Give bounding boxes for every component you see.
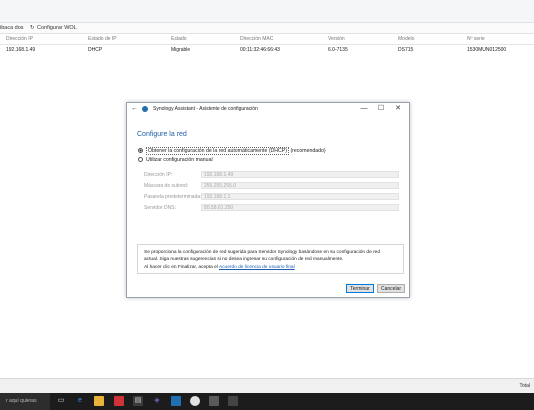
synology-assistant-icon <box>142 106 148 112</box>
dhcp-option-label: Obtener la configuración de la red autom… <box>146 147 289 155</box>
info-line-2: actual. Siga nuestras sugerencias si no … <box>144 257 344 262</box>
close-icon[interactable]: ✕ <box>391 104 405 114</box>
col-model[interactable]: Modelo <box>398 36 414 42</box>
eula-link[interactable]: Acuerdo de licencia de usuario final <box>219 265 295 270</box>
mask-label: Máscara de subred: <box>144 183 189 189</box>
dhcp-option[interactable]: Obtener la configuración de la red autom… <box>146 147 326 155</box>
app-dark-icon[interactable] <box>228 396 238 406</box>
status-total: Total <box>519 383 530 389</box>
taskbar-search-text: r aquí quieras <box>6 398 37 404</box>
file-explorer-icon[interactable] <box>94 396 104 406</box>
manual-option-label[interactable]: Utilizar configuración manual <box>146 157 213 163</box>
taskbar: r aquí quieras ▭ e ▤ ◈ <box>0 393 534 410</box>
dns-field[interactable]: 80.58.61.250 <box>201 204 399 211</box>
wol-icon: ↻ <box>30 25 35 31</box>
cell-mac: 00:11:32:46:66:43 <box>240 47 280 53</box>
col-state[interactable]: Estado <box>171 36 187 42</box>
mask-field[interactable]: 255.255.255.0 <box>201 182 399 189</box>
dns-label: Servidor DNS: <box>144 205 176 211</box>
ip-label: Dirección IP: <box>144 172 173 178</box>
task-view-icon[interactable]: ▭ <box>56 396 66 406</box>
ip-value: 192.168.1.49 <box>204 172 234 178</box>
col-serial[interactable]: Nº serie <box>467 36 485 42</box>
manual-radio[interactable] <box>138 157 143 162</box>
col-ip-state[interactable]: Estado de IP <box>88 36 117 42</box>
toolbar-left-label[interactable]: ibaca dos <box>0 25 24 31</box>
info-line-3-prefix: Al hacer clic en Finalizar, acepta el <box>144 265 219 270</box>
back-arrow-icon[interactable]: ← <box>131 105 138 112</box>
cell-ip: 192.168.1.49 <box>6 47 36 53</box>
cell-ip-state: DHCP <box>88 47 103 53</box>
dhcp-option-suffix: (recomendado) <box>290 148 326 154</box>
store-icon[interactable]: ▤ <box>133 396 143 406</box>
dialog-title: Synology Assistant - Asistente de config… <box>153 106 258 112</box>
col-version[interactable]: Versión <box>328 36 345 42</box>
ip-field[interactable]: 192.168.1.49 <box>201 171 399 178</box>
device-table: Dirección IP Estado de IP Estado Direcci… <box>0 34 534 55</box>
configure-wol-button[interactable]: Configurar WOL <box>37 25 77 31</box>
dns-value: 80.58.61.250 <box>204 205 234 211</box>
app-red-icon[interactable] <box>114 396 124 406</box>
table-header: Dirección IP Estado de IP Estado Direcci… <box>0 34 534 45</box>
info-line-1: Se proporciona la configuración de red s… <box>144 250 380 255</box>
gateway-field[interactable]: 192.168.1.1 <box>201 193 399 200</box>
edge-icon[interactable]: e <box>75 396 85 406</box>
dialog-titlebar[interactable]: ← Synology Assistant - Asistente de conf… <box>127 103 409 116</box>
info-line-3: Al hacer clic en Finalizar, acepta el Ac… <box>144 265 295 270</box>
table-row[interactable]: 192.168.1.49 DHCP Migrable 00:11:32:46:6… <box>0 45 534 55</box>
finish-button[interactable]: Terminar <box>346 284 374 293</box>
visual-studio-icon[interactable]: ◈ <box>152 396 162 406</box>
col-ip[interactable]: Dirección IP <box>6 36 33 42</box>
status-bar: Total <box>0 378 534 393</box>
gateway-value: 192.168.1.1 <box>204 194 231 200</box>
info-box: Se proporciona la configuración de red s… <box>137 244 404 274</box>
minimize-icon[interactable]: — <box>357 104 371 114</box>
chrome-icon[interactable] <box>190 396 200 406</box>
cell-state: Migrable <box>171 47 191 53</box>
cell-serial: 1530MUN012500 <box>467 47 507 53</box>
synology-taskbar-icon[interactable] <box>171 396 181 406</box>
app-header-area <box>0 0 534 23</box>
cell-version: 6.0-7135 <box>328 47 348 53</box>
gateway-label: Pasarela predeterminada: <box>144 194 202 200</box>
maximize-icon[interactable]: ☐ <box>374 104 388 114</box>
dhcp-radio[interactable] <box>138 148 143 153</box>
taskbar-search[interactable]: r aquí quieras <box>0 393 50 410</box>
mask-value: 255.255.255.0 <box>204 183 236 189</box>
cell-model: DS715 <box>398 47 414 53</box>
page-title: Configure la red <box>137 131 187 138</box>
app-gray-icon[interactable] <box>209 396 219 406</box>
cancel-button[interactable]: Cancelar <box>377 284 405 293</box>
setup-wizard-dialog: ← Synology Assistant - Asistente de conf… <box>126 102 410 298</box>
col-mac[interactable]: Dirección MAC <box>240 36 273 42</box>
toolbar: ibaca dos ↻ Configurar WOL <box>0 23 534 34</box>
